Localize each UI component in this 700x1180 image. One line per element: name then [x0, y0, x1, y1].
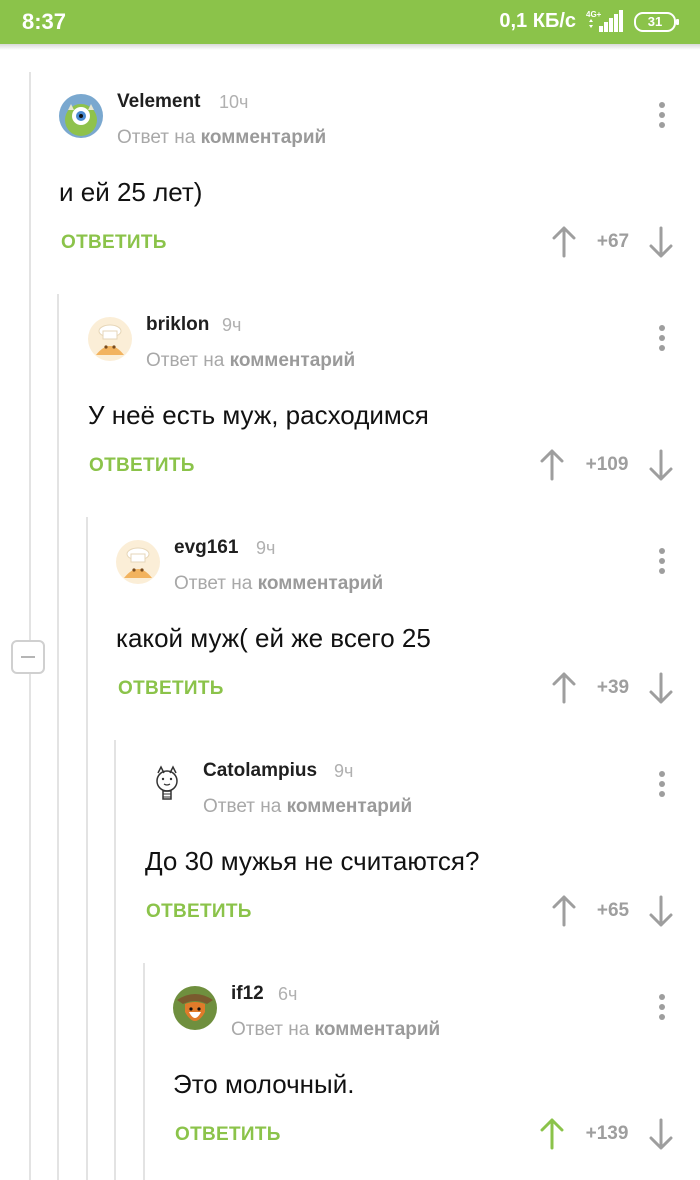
comment-time: 9ч — [222, 315, 242, 335]
reply-to-link[interactable]: Ответ на комментарий — [203, 796, 412, 818]
comment-score: +67 — [596, 231, 630, 252]
cyclops-monster-avatar-icon — [59, 94, 103, 138]
status-time: 8:37 — [22, 9, 67, 34]
comment-time: 9ч — [256, 538, 276, 558]
downvote-arrow-icon[interactable] — [648, 671, 674, 705]
comment-time: 10ч — [219, 92, 249, 112]
reply-button[interactable]: ОТВЕТИТЬ — [146, 901, 252, 923]
reply-to-link[interactable]: Ответ на комментарий — [117, 127, 326, 149]
comment: evg161 9ч Ответ на комментарий какой муж… — [0, 496, 700, 719]
user-avatar[interactable] — [116, 540, 160, 584]
comment-text: и ей 25 лет) — [59, 177, 203, 207]
comment-text: какой муж( ей же всего 25 — [116, 623, 431, 653]
default-chef-avatar-icon — [116, 540, 160, 584]
username[interactable]: Velement — [117, 91, 200, 113]
default-chef-avatar-icon — [88, 317, 132, 361]
upvote-arrow-icon[interactable] — [551, 225, 577, 259]
upvote-arrow-icon[interactable] — [539, 1117, 565, 1151]
downvote-arrow-icon[interactable] — [648, 894, 674, 928]
user-avatar[interactable] — [88, 317, 132, 361]
battery-icon: 31 — [634, 12, 679, 32]
comment-score: +65 — [596, 900, 630, 921]
signal-type-label: 4G+ — [586, 10, 602, 19]
username[interactable]: briklon — [146, 314, 209, 336]
reply-to-prefix: Ответ на — [231, 1019, 310, 1040]
upvote-arrow-icon[interactable] — [551, 671, 577, 705]
username[interactable]: evg161 — [174, 537, 238, 559]
reply-to-target: комментарий — [314, 1019, 441, 1040]
status-bar: 8:37 0,1 КБ/с 4G+ 31 — [0, 0, 700, 44]
username[interactable]: Catolampius — [203, 760, 317, 782]
upvote-arrow-icon[interactable] — [539, 448, 565, 482]
comment: if12 6ч Ответ на комментарий Это молочны… — [0, 942, 700, 1165]
reply-button[interactable]: ОТВЕТИТЬ — [175, 1124, 281, 1146]
signal-icon: 4G+ — [586, 10, 623, 32]
username[interactable]: if12 — [231, 983, 264, 1005]
reply-to-link[interactable]: Ответ на комментарий — [231, 1019, 440, 1041]
reply-to-target: комментарий — [286, 796, 413, 817]
user-avatar[interactable] — [59, 94, 103, 138]
more-options-icon[interactable] — [652, 546, 672, 576]
comment-score: +139 — [585, 1123, 629, 1144]
reply-to-prefix: Ответ на — [146, 350, 225, 371]
upvote-arrow-icon[interactable] — [551, 894, 577, 928]
reply-to-link[interactable]: Ответ на комментарий — [174, 573, 383, 595]
reply-to-prefix: Ответ на — [117, 127, 196, 148]
comment-score: +109 — [585, 454, 629, 475]
user-avatar[interactable] — [145, 763, 189, 807]
downvote-arrow-icon[interactable] — [648, 1117, 674, 1151]
comment-time: 9ч — [334, 761, 354, 781]
more-options-icon[interactable] — [652, 769, 672, 799]
more-options-icon[interactable] — [652, 323, 672, 353]
reply-button[interactable]: ОТВЕТИТЬ — [61, 232, 167, 254]
comment-text: У неё есть муж, расходимся — [88, 400, 429, 430]
comment: briklon 9ч Ответ на комментарий У неё ес… — [0, 273, 700, 496]
downvote-arrow-icon[interactable] — [648, 448, 674, 482]
fox-hat-avatar-icon — [173, 986, 217, 1030]
cat-lightbulb-avatar-icon — [145, 763, 189, 807]
more-options-icon[interactable] — [652, 100, 672, 130]
reply-button[interactable]: ОТВЕТИТЬ — [118, 678, 224, 700]
reply-to-target: комментарий — [257, 573, 384, 594]
reply-to-target: комментарий — [229, 350, 356, 371]
comment: Catolampius 9ч Ответ на комментарий До 3… — [0, 719, 700, 942]
comment-time: 6ч — [278, 984, 298, 1004]
reply-to-prefix: Ответ на — [174, 573, 253, 594]
network-speed: 0,1 КБ/с — [499, 10, 576, 32]
reply-to-target: комментарий — [200, 127, 327, 148]
user-avatar[interactable] — [173, 986, 217, 1030]
comment-text: Это молочный. — [173, 1069, 355, 1099]
reply-to-link[interactable]: Ответ на комментарий — [146, 350, 355, 372]
comment-score: +39 — [596, 677, 630, 698]
reply-to-prefix: Ответ на — [203, 796, 282, 817]
comment: Velement 10ч Ответ на комментарий и ей 2… — [0, 50, 700, 273]
comment-text: До 30 мужья не считаются? — [145, 846, 480, 876]
more-options-icon[interactable] — [652, 992, 672, 1022]
downvote-arrow-icon[interactable] — [648, 225, 674, 259]
reply-button[interactable]: ОТВЕТИТЬ — [89, 455, 195, 477]
